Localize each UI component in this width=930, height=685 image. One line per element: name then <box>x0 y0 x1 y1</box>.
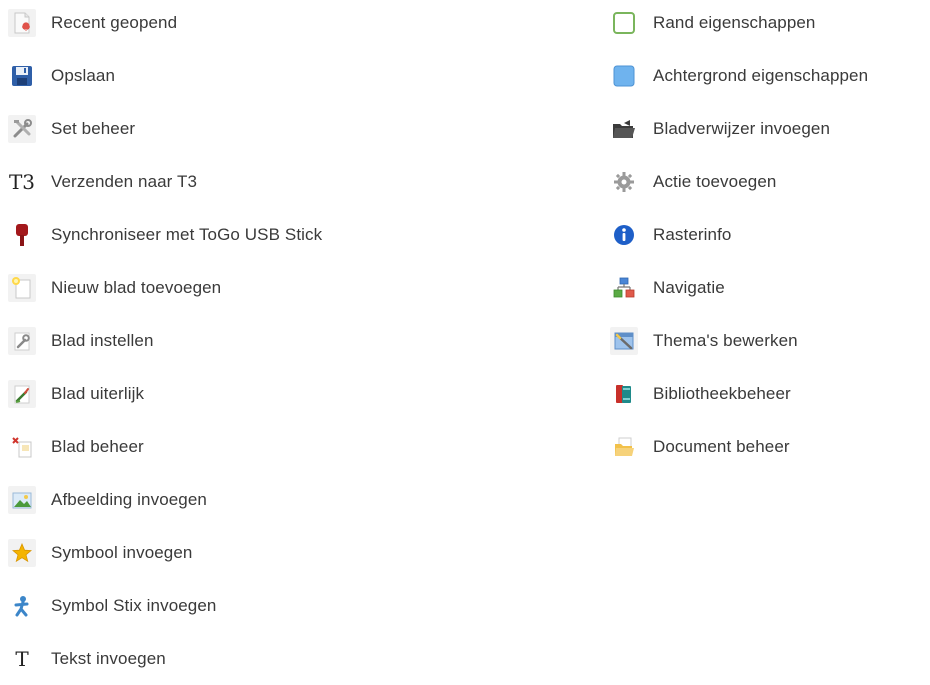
folder-link-icon <box>610 114 638 143</box>
menu-item-label: Blad beheer <box>51 436 144 456</box>
menu-item-background-properties[interactable]: Achtergrond eigenschappen <box>610 49 926 102</box>
menu-item-edit-themes[interactable]: Thema's bewerken <box>610 314 926 367</box>
new-page-icon <box>8 273 36 302</box>
menu-item-send-to-t3[interactable]: T3 Verzenden naar T3 <box>8 155 568 208</box>
text-t-glyph: T <box>15 646 29 671</box>
menu-item-insert-image[interactable]: Afbeelding invoegen <box>8 473 568 526</box>
menu-item-label: Blad instellen <box>51 330 154 350</box>
tools-icon <box>8 114 36 143</box>
menu-item-label: Thema's bewerken <box>653 330 798 350</box>
menu-item-library-manage[interactable]: Bibliotheekbeheer <box>610 367 926 420</box>
save-disk-icon <box>8 61 36 90</box>
menu-item-label: Tekst invoegen <box>51 648 166 668</box>
t3-icon: T3 <box>8 167 36 196</box>
menu-item-sync-usb[interactable]: Synchroniseer met ToGo USB Stick <box>8 208 568 261</box>
menu-item-set-manage[interactable]: Set beheer <box>8 102 568 155</box>
menu-item-insert-text[interactable]: T Tekst invoegen <box>8 632 568 685</box>
menu-item-label: Achtergrond eigenschappen <box>653 65 869 85</box>
menu-item-border-properties[interactable]: Rand eigenschappen <box>610 0 926 49</box>
menu-item-page-setup[interactable]: Blad instellen <box>8 314 568 367</box>
menu-item-label: Nieuw blad toevoegen <box>51 277 222 297</box>
menu-item-label: Actie toevoegen <box>653 171 777 191</box>
document-folder-icon <box>610 432 638 461</box>
left-column: Recent geopend Opslaan Set beheer T3 Ver… <box>8 0 568 685</box>
menu-item-insert-symbol[interactable]: Symbool invoegen <box>8 526 568 579</box>
menu-item-page-appearance[interactable]: Blad uiterlijk <box>8 367 568 420</box>
wrench-page-icon <box>8 326 36 355</box>
border-square-icon <box>610 8 638 37</box>
menu-item-label: Recent geopend <box>51 12 178 32</box>
menu-item-label: Bladverwijzer invoegen <box>653 118 831 138</box>
menu-item-label: Bibliotheekbeheer <box>653 383 791 403</box>
menu-item-label: Navigatie <box>653 277 725 297</box>
navigation-tree-icon <box>610 273 638 302</box>
menu-item-insert-stix[interactable]: Symbol Stix invoegen <box>8 579 568 632</box>
menu-item-page-manage[interactable]: Blad beheer <box>8 420 568 473</box>
menu-item-label: Opslaan <box>51 65 116 85</box>
t3-glyph: T3 <box>8 169 36 194</box>
menu-item-add-action[interactable]: Actie toevoegen <box>610 155 926 208</box>
recent-document-icon <box>8 8 36 37</box>
background-square-icon <box>610 61 638 90</box>
menu-item-label: Afbeelding invoegen <box>51 489 207 509</box>
menu-item-navigation[interactable]: Navigatie <box>610 261 926 314</box>
menu-item-label: Set beheer <box>51 118 136 138</box>
menu-item-label: Rand eigenschappen <box>653 12 816 32</box>
menu-item-document-manage[interactable]: Document beheer <box>610 420 926 473</box>
usb-stick-icon <box>8 220 36 249</box>
image-icon <box>8 485 36 514</box>
menu-item-grid-info[interactable]: Rasterinfo <box>610 208 926 261</box>
menu-item-insert-page-link[interactable]: Bladverwijzer invoegen <box>610 102 926 155</box>
menu-item-new-page[interactable]: Nieuw blad toevoegen <box>8 261 568 314</box>
menu-item-label: Rasterinfo <box>653 224 732 244</box>
gear-icon <box>610 167 638 196</box>
menu-item-label: Document beheer <box>653 436 790 456</box>
stix-figure-icon <box>8 591 36 620</box>
info-icon <box>610 220 638 249</box>
brush-page-icon <box>8 379 36 408</box>
text-t-icon: T <box>8 644 36 673</box>
menu-item-save[interactable]: Opslaan <box>8 49 568 102</box>
library-books-icon <box>610 379 638 408</box>
menu-item-label: Synchroniseer met ToGo USB Stick <box>51 224 323 244</box>
menu-item-label: Symbol Stix invoegen <box>51 595 217 615</box>
star-icon <box>8 538 36 567</box>
menu-item-recent-opened[interactable]: Recent geopend <box>8 0 568 49</box>
menu-item-label: Blad uiterlijk <box>51 383 145 403</box>
page-manage-icon <box>8 432 36 461</box>
right-column: Rand eigenschappen Achtergrond eigenscha… <box>610 0 926 473</box>
menu-item-label: Symbool invoegen <box>51 542 193 562</box>
theme-edit-icon <box>610 326 638 355</box>
menu-item-label: Verzenden naar T3 <box>51 171 197 191</box>
